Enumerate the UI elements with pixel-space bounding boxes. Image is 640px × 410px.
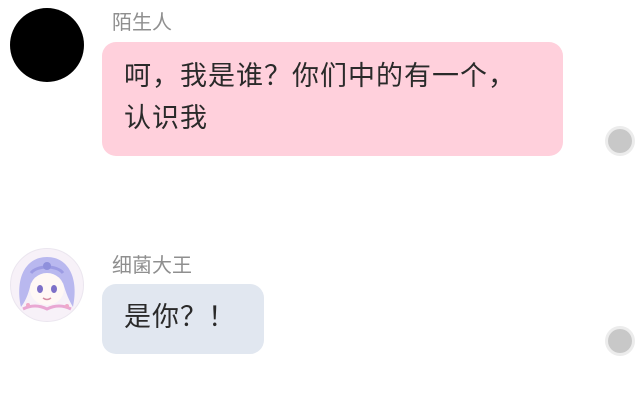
message-line: 是你？！ <box>124 302 236 333</box>
sender-name-bacteria-king: 细菌大王 <box>112 253 192 277</box>
message-bubble-stranger[interactable]: 呵，我是谁？你们中的有一个， 认识我 <box>102 42 563 156</box>
message-line: 认识我 <box>124 103 208 134</box>
message-menu-dot-icon[interactable] <box>608 329 632 353</box>
anime-girl-avatar-icon <box>11 249 83 321</box>
avatar-stranger[interactable] <box>10 8 84 82</box>
message-line: 呵，我是谁？你们中的有一个， <box>124 61 516 92</box>
message-bubble-bacteria-king[interactable]: 是你？！ <box>102 284 264 354</box>
message-menu-dot-icon[interactable] <box>608 129 632 153</box>
sender-name-stranger: 陌生人 <box>112 10 172 34</box>
avatar-bacteria-king[interactable] <box>10 248 84 322</box>
